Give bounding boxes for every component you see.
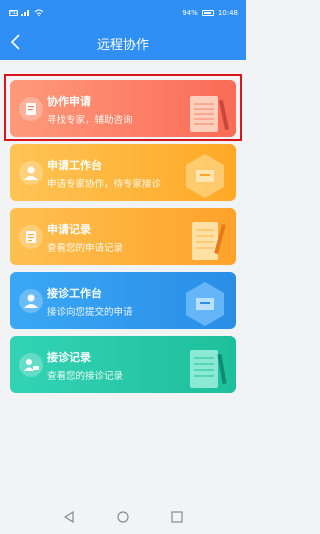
- notebook-illustration-icon: [190, 350, 227, 388]
- card-title: 接诊记录: [47, 351, 91, 364]
- wifi-icon: [34, 9, 44, 16]
- list-document-icon: [19, 225, 43, 249]
- hexagon-illustration-icon: [186, 282, 224, 326]
- card-apply-records[interactable]: 申请记录 查看您的申请记录: [10, 208, 236, 265]
- status-bar: HD 94% 10:48: [0, 0, 246, 22]
- sim-icon: HD: [9, 9, 18, 16]
- app-header: HD 94% 10:48 远程协作: [0, 0, 246, 60]
- doctor-icon: [19, 289, 43, 313]
- doctor-icon: [19, 161, 43, 185]
- card-apply-workbench[interactable]: 申请工作台 申请专家协作，待专家接诊: [10, 144, 236, 201]
- clock: 10:48: [217, 9, 238, 17]
- hexagon-illustration-icon: [186, 154, 224, 198]
- selection-highlight: [4, 74, 242, 141]
- signal-icon: [21, 10, 29, 16]
- card-title: 申请记录: [47, 223, 91, 236]
- user-chat-icon: [19, 353, 43, 377]
- system-nav-bar: [0, 500, 246, 534]
- page-title: 远程协作: [96, 38, 149, 53]
- notepad-illustration-icon: [192, 222, 226, 260]
- card-consult-workbench[interactable]: 接诊工作台 接诊向您提交的申请: [10, 272, 236, 329]
- card-subtitle: 申请专家协作，待专家接诊: [47, 179, 162, 190]
- card-title: 接诊工作台: [47, 287, 102, 300]
- card-subtitle: 接诊向您提交的申请: [47, 307, 133, 318]
- card-subtitle: 查看您的接诊记录: [47, 371, 124, 382]
- card-subtitle: 查看您的申请记录: [47, 243, 124, 254]
- battery-percent: 94%: [182, 9, 198, 17]
- battery-icon: [201, 10, 214, 16]
- nav-recents-icon[interactable]: [170, 510, 184, 524]
- card-consult-records[interactable]: 接诊记录 查看您的接诊记录: [10, 336, 236, 393]
- nav-home-icon[interactable]: [116, 510, 130, 524]
- card-title: 申请工作台: [47, 159, 102, 172]
- nav-back-icon[interactable]: [62, 510, 76, 524]
